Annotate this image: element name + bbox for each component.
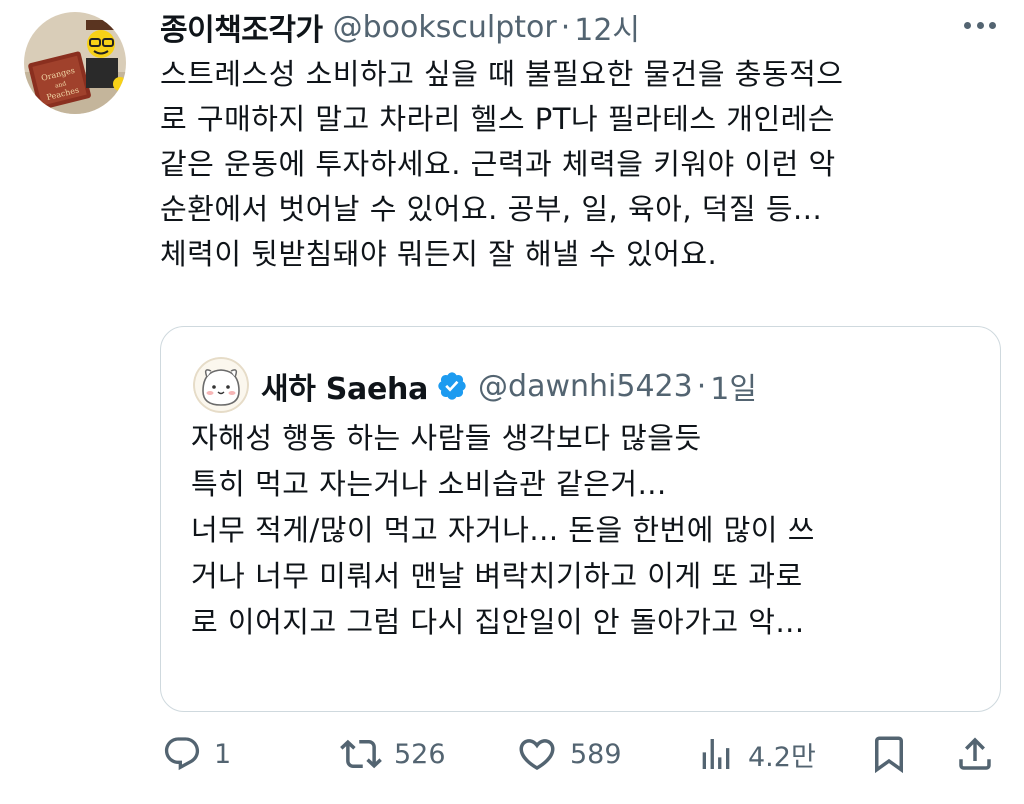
retweet-count: 526 [394, 738, 446, 770]
quoted-text-line: 로 이어지고 그럼 다시 집안일이 안 돌아가고 악... [191, 605, 805, 639]
quoted-display-name: 새하 Saeha [261, 372, 429, 407]
like-button[interactable]: 589 [516, 724, 622, 784]
quoted-text-line: 너무 적게/많이 먹고 자거나... 돈을 한번에 많이 쓰 [191, 513, 815, 547]
quoted-tweet-text: 자해성 행동 하는 사람들 생각보다 많을듯 특히 먹고 자는거나 소비습관 같… [191, 415, 991, 645]
tweet-text-line: 순환에서 벗어날 수 있어요. 공부, 일, 육아, 덕질 등... [160, 192, 823, 226]
like-count: 589 [570, 738, 622, 770]
header-separator: · [560, 9, 571, 45]
tweet-text-line: 체력이 뒷받침돼야 뭐든지 잘 해낼 수 있어요. [160, 237, 718, 271]
tweet-text-line: 로 구매하지 말고 차라리 헬스 PT나 필라테스 개인레슨 [160, 102, 836, 136]
reply-icon [162, 734, 202, 774]
quoted-author-avatar[interactable] [193, 357, 249, 413]
heart-icon [516, 733, 558, 775]
quoted-text-line: 특히 먹고 자는거나 소비습관 같은거... [191, 467, 667, 501]
bookmark-icon [868, 733, 910, 775]
quoted-text-line: 자해성 행동 하는 사람들 생각보다 많을듯 [191, 421, 702, 455]
bookmark-button[interactable] [868, 724, 910, 784]
tweet-text: 스트레스성 소비하고 싶을 때 불필요한 물건을 충동적으 로 구매하지 말고 … [160, 52, 1000, 277]
views-count: 4.2만 [748, 741, 816, 773]
tweet-action-bar: 1 526 589 4.2만 [160, 724, 1000, 784]
author-display-name[interactable]: 종이책조각가 [160, 5, 323, 49]
author-handle[interactable]: @booksculptor [333, 10, 557, 45]
quoted-header-separator: · [696, 368, 707, 404]
quoted-text-line: 거나 너무 미뤄서 맨날 벼락치기하고 이게 또 과로 [191, 559, 803, 593]
quoted-handle: @dawnhi5423 [478, 368, 693, 404]
tweet-text-line: 스트레스성 소비하고 싶을 때 불필요한 물건을 충동적으 [160, 57, 844, 91]
views-chart-icon [696, 734, 736, 774]
reply-count: 1 [214, 738, 232, 770]
more-dot [964, 21, 971, 29]
views-button[interactable]: 4.2만 [696, 724, 816, 784]
tweet-timestamp[interactable]: 12시 [574, 5, 640, 49]
author-avatar[interactable]: Oranges and Peaches [24, 12, 126, 114]
more-options-icon[interactable] [960, 10, 1000, 40]
share-button[interactable] [954, 724, 996, 784]
quoted-tweet-header: 새하 Saeha @dawnhi5423 · 1일 [261, 363, 757, 409]
tweet-header: 종이책조각가 @booksculptor · 12시 [160, 4, 640, 50]
retweet-button[interactable]: 526 [340, 724, 446, 784]
tweet-text-line: 같은 운동에 투자하세요. 근력과 체력을 키워야 이런 악 [160, 147, 836, 181]
more-dot [976, 21, 984, 29]
verified-badge-icon [436, 370, 468, 402]
quoted-tweet-card[interactable]: 새하 Saeha @dawnhi5423 · 1일 자해성 행동 하는 사람들 … [160, 326, 1001, 712]
more-dot [989, 21, 996, 29]
reply-button[interactable]: 1 [162, 724, 231, 784]
retweet-icon [340, 733, 382, 775]
share-icon [954, 733, 996, 775]
quoted-timestamp: 1일 [710, 372, 757, 407]
